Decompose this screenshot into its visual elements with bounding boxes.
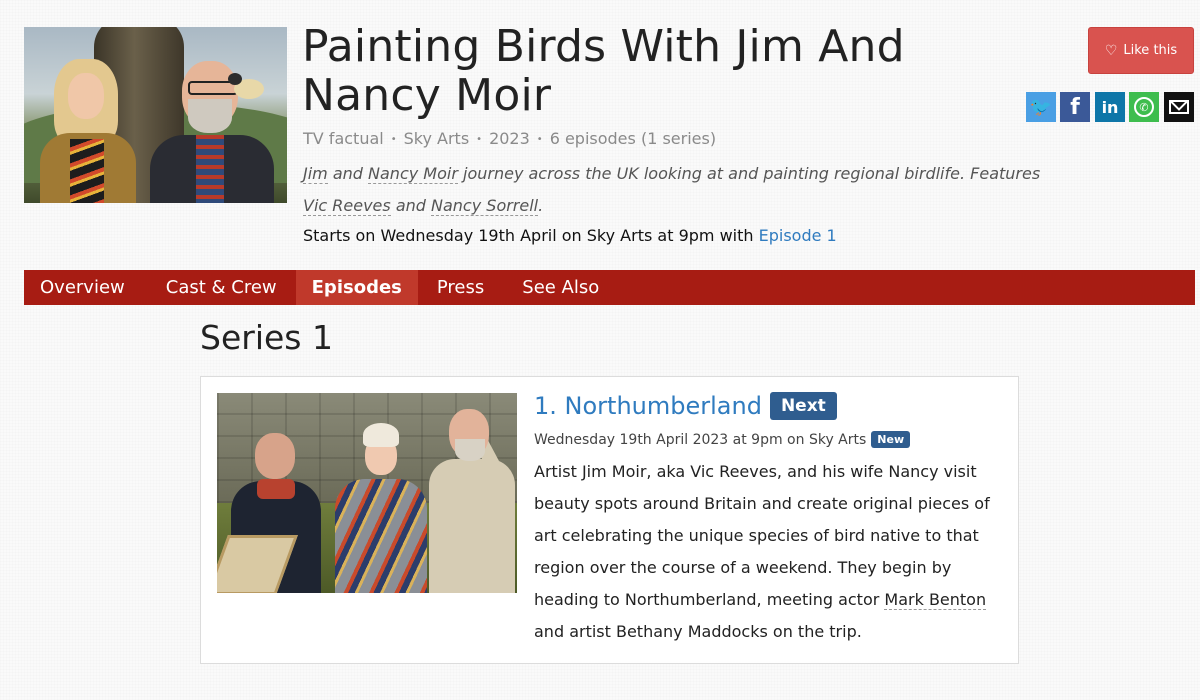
facebook-icon: f xyxy=(1070,94,1080,120)
genre-label[interactable]: TV factual xyxy=(303,129,384,148)
start-info: Starts on Wednesday 19th April on Sky Ar… xyxy=(303,226,837,245)
tab-cast-crew[interactable]: Cast & Crew xyxy=(147,270,296,305)
next-badge: Next xyxy=(769,392,837,420)
show-title: Painting Birds With Jim And Nancy Moir xyxy=(302,21,905,121)
linkedin-share-button[interactable]: in xyxy=(1095,92,1125,122)
cast-link-mark-benton[interactable]: Mark Benton xyxy=(884,590,987,610)
episodes-count-label: 6 episodes (1 series) xyxy=(549,129,717,148)
heart-icon: ♡ xyxy=(1104,42,1118,59)
email-icon xyxy=(1169,100,1189,114)
episode-air-info: Wednesday 19th April 2023 at 9pm on Sky … xyxy=(534,431,911,448)
tab-episodes[interactable]: Episodes xyxy=(295,270,418,305)
twitter-share-button[interactable]: 🐦 xyxy=(1026,92,1056,122)
new-badge: New xyxy=(871,431,911,448)
email-share-button[interactable] xyxy=(1164,92,1194,122)
episode-card: 1. Northumberland Next Wednesday 19th Ap… xyxy=(200,376,1019,664)
facebook-share-button[interactable]: f xyxy=(1060,92,1090,122)
show-synopsis: Jim and Nancy Moir journey across the UK… xyxy=(303,164,1041,216)
twitter-icon: 🐦 xyxy=(1029,96,1053,118)
cast-link-vic-reeves[interactable]: Vic Reeves xyxy=(303,196,391,216)
like-button[interactable]: ♡ Like this xyxy=(1088,27,1194,74)
like-label: Like this xyxy=(1123,43,1178,58)
cast-text-bethany-maddocks: Bethany Maddocks xyxy=(615,622,768,641)
tab-press[interactable]: Press xyxy=(418,270,503,305)
channel-label[interactable]: Sky Arts xyxy=(404,129,470,148)
tab-overview[interactable]: Overview xyxy=(24,270,147,305)
episode-thumbnail[interactable] xyxy=(217,393,517,593)
air-datetime: Wednesday 19th April 2023 at 9pm on Sky … xyxy=(534,431,867,448)
episode-title-link[interactable]: 1. Northumberland xyxy=(534,392,762,420)
whatsapp-icon: ✆ xyxy=(1134,97,1154,117)
cast-link-nancy-sorrell[interactable]: Nancy Sorrell xyxy=(431,196,539,216)
whatsapp-share-button[interactable]: ✆ xyxy=(1129,92,1159,122)
show-poster-image xyxy=(24,27,287,203)
episode-title-row: 1. Northumberland Next xyxy=(534,392,837,420)
show-meta: TV factual • Sky Arts • 2023 • 6 episodes (1 s… xyxy=(303,129,717,148)
tab-see-also[interactable]: See Also xyxy=(503,270,618,305)
series-title: Series 1 xyxy=(200,318,333,357)
episode-description: Artist Jim Moir, aka Vic Reeves, and his… xyxy=(534,462,990,641)
section-tabs: Overview Cast & Crew Episodes Press See … xyxy=(24,270,1195,305)
linkedin-icon: in xyxy=(1101,97,1119,117)
cast-link-nancy-moir[interactable]: Nancy Moir xyxy=(368,164,458,184)
year-label[interactable]: 2023 xyxy=(489,129,530,148)
cast-link-jim[interactable]: Jim xyxy=(303,164,328,184)
episode-1-link[interactable]: Episode 1 xyxy=(759,226,837,245)
